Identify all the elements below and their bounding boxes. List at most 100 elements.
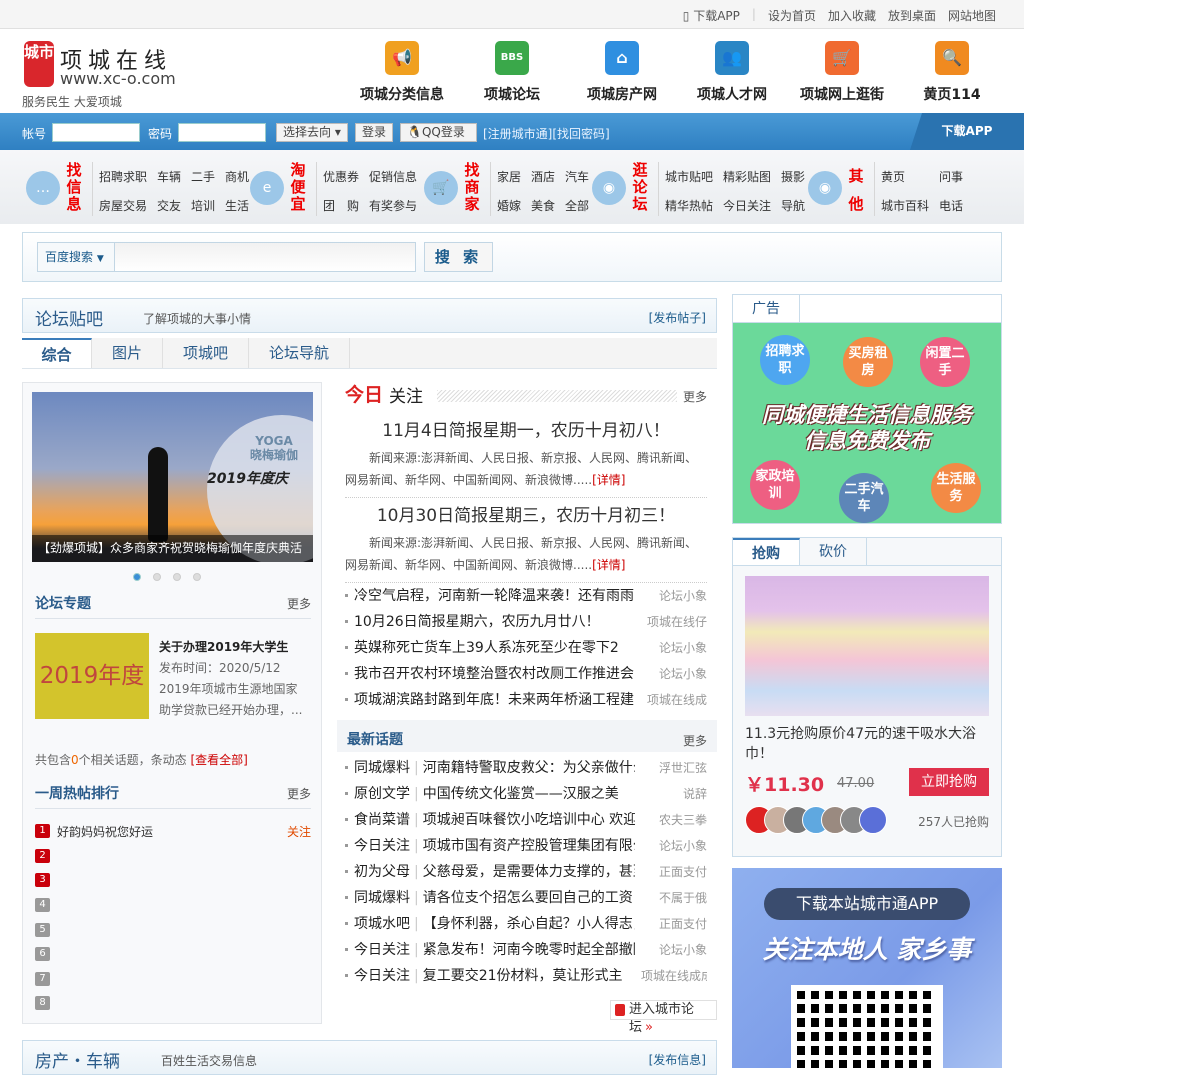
category-link[interactable]: 优惠券 bbox=[323, 168, 359, 185]
list-item[interactable]: 同城爆料 | 请各位支个招怎么要回自己的工资 不属于俄 bbox=[345, 884, 707, 910]
tab-forum-nav[interactable]: 论坛导航 bbox=[249, 338, 351, 368]
category-link[interactable]: 二手 bbox=[191, 168, 215, 185]
category-link[interactable]: 促销信息 bbox=[369, 168, 417, 185]
rank-row[interactable]: 5 bbox=[35, 917, 311, 942]
nav-forum[interactable]: BBS 项城论坛 bbox=[457, 41, 567, 104]
list-item[interactable]: 初为父母 | 父慈母爱，是需要体力支撑的，甚至 正面支付 bbox=[345, 858, 707, 884]
list-item[interactable]: 今日关注 | 项城市国有资产控股管理集团有限公 论坛小象 bbox=[345, 832, 707, 858]
slide-dot[interactable] bbox=[153, 573, 161, 581]
product-name[interactable]: 11.3元抢购原价47元的速干吸水大浴巾！ bbox=[745, 724, 989, 764]
post-info-link[interactable]: [发布信息] bbox=[649, 1051, 706, 1068]
rank-row[interactable]: 1 好韵妈妈祝您好运 关注 bbox=[35, 819, 311, 844]
category-link[interactable]: 黄页 bbox=[881, 168, 929, 185]
category-link[interactable]: 美食 bbox=[531, 197, 555, 214]
latest-more-link[interactable]: 更多 bbox=[683, 732, 707, 749]
rank-row[interactable]: 6 bbox=[35, 942, 311, 967]
logo-icon[interactable]: 城市 bbox=[24, 41, 54, 87]
detail-link[interactable]: [详情] bbox=[592, 558, 625, 572]
category-link[interactable]: 今日关注 bbox=[723, 197, 771, 214]
set-homepage-link[interactable]: 设为首页 bbox=[768, 7, 816, 24]
category-link[interactable]: 摄影 bbox=[781, 168, 805, 185]
list-item[interactable]: 英媒称死亡货车上39人系冻死至少在零下2 论坛小象 bbox=[345, 634, 707, 660]
list-item[interactable]: 10月26日简报星期六，农历九月廿八！ 项城在线仔 bbox=[345, 608, 707, 634]
list-item[interactable]: 冷空气启程，河南新一轮降温来袭！还有雨雨 论坛小象 bbox=[345, 582, 707, 608]
topic-title[interactable]: 关于办理2019年大学生 bbox=[159, 637, 309, 658]
tab-bargain[interactable]: 砍价 bbox=[800, 538, 867, 565]
detail-link[interactable]: [详情] bbox=[592, 473, 625, 487]
rank-title[interactable]: 好韵妈妈祝您好运 bbox=[57, 823, 153, 840]
brief-title[interactable]: 11月4日简报星期一，农历十月初八！ bbox=[345, 416, 707, 441]
search-button[interactable]: 搜 索 bbox=[424, 242, 493, 272]
category-link[interactable]: 交友 bbox=[157, 197, 181, 214]
follow-link[interactable]: 关注 bbox=[287, 823, 311, 840]
category-link[interactable]: 培训 bbox=[191, 197, 215, 214]
tab-pictures[interactable]: 图片 bbox=[92, 338, 164, 368]
list-item[interactable]: 同城爆料 | 河南籍特警取皮救父：为父亲做什么 浮世汇弦 bbox=[345, 754, 707, 780]
destination-select[interactable]: 选择去向 ▾ bbox=[276, 123, 348, 142]
category-link[interactable]: 城市百科 bbox=[881, 197, 929, 214]
sitemap-link[interactable]: 网站地图 bbox=[948, 7, 996, 24]
category-link[interactable]: 有奖参与 bbox=[369, 197, 417, 214]
buy-now-button[interactable]: 立即抢购 bbox=[909, 768, 989, 796]
list-item[interactable]: 项城水吧 | 【身怀利器，杀心自起？小人得志， 正面支付 bbox=[345, 910, 707, 936]
list-item[interactable]: 今日关注 | 复工要交21份材料，莫让形式主 项城在线成成 bbox=[345, 962, 707, 988]
category-link[interactable]: 精华热帖 bbox=[665, 197, 713, 214]
tab-xiangcheng-bar[interactable]: 项城吧 bbox=[163, 338, 250, 368]
download-app-link[interactable]: ▯ 下载APP bbox=[683, 7, 740, 24]
category-link[interactable]: 电话 bbox=[939, 197, 963, 214]
slideshow-image[interactable]: YOGA 晓梅瑜伽 2019年度庆 【劲爆项城】众多商家齐祝贺晓梅瑜伽年度庆典活 bbox=[32, 392, 313, 562]
category-link[interactable]: 城市贴吧 bbox=[665, 168, 713, 185]
desktop-shortcut-link[interactable]: 放到桌面 bbox=[888, 7, 936, 24]
nav-yellowpages[interactable]: 🔍 黄页114 bbox=[897, 41, 1007, 104]
category-link[interactable]: 酒店 bbox=[531, 168, 555, 185]
add-favorite-link[interactable]: 加入收藏 bbox=[828, 7, 876, 24]
category-link[interactable]: 全部 bbox=[565, 197, 589, 214]
category-link[interactable]: 精彩贴图 bbox=[723, 168, 771, 185]
category-link[interactable]: 汽车 bbox=[565, 168, 589, 185]
nav-shopping[interactable]: 🛒 项城网上逛街 bbox=[787, 41, 897, 104]
today-more-link[interactable]: 更多 bbox=[683, 388, 707, 405]
search-engine-select[interactable]: 百度搜索 ▼ bbox=[37, 242, 115, 272]
category-link[interactable]: 招聘求职 bbox=[99, 168, 147, 185]
category-link[interactable]: 问事 bbox=[939, 168, 963, 185]
category-link[interactable]: 婚嫁 bbox=[497, 197, 521, 214]
account-input[interactable] bbox=[52, 123, 140, 142]
nav-house[interactable]: ⌂ 项城房产网 bbox=[567, 41, 677, 104]
rank-row[interactable]: 7 bbox=[35, 967, 311, 992]
tab-overview[interactable]: 综合 bbox=[22, 338, 92, 368]
ad-banner[interactable]: 招聘求职 买房租房 闲置二手 同城便捷生活信息服务 信息免费发布 家政培训 二手… bbox=[733, 323, 1001, 523]
nav-jobs[interactable]: 👥 项城人才网 bbox=[677, 41, 787, 104]
list-item[interactable]: 原创文学 | 中国传统文化鉴赏——汉服之美 说辞 bbox=[345, 780, 707, 806]
topics-more-link[interactable]: 更多 bbox=[287, 595, 311, 612]
tab-ad[interactable]: 广告 bbox=[733, 295, 800, 322]
category-link[interactable]: 家居 bbox=[497, 168, 521, 185]
hot-more-link[interactable]: 更多 bbox=[287, 785, 311, 802]
slide-dot[interactable] bbox=[173, 573, 181, 581]
list-item[interactable]: 项城湖滨路封路到年底！未来两年桥涵工程建 项城在线成 bbox=[345, 686, 707, 712]
category-link[interactable]: 房屋交易 bbox=[99, 197, 147, 214]
slide-dot[interactable] bbox=[193, 573, 201, 581]
rank-row[interactable]: 8 bbox=[35, 991, 311, 1016]
category-link[interactable]: 生活 bbox=[225, 197, 249, 214]
category-link[interactable]: 导航 bbox=[781, 197, 805, 214]
category-link[interactable]: 商机 bbox=[225, 168, 249, 185]
slide-caption[interactable]: 【劲爆项城】众多商家齐祝贺晓梅瑜伽年度庆典活 bbox=[32, 535, 313, 562]
category-link[interactable]: 团 购 bbox=[323, 197, 359, 214]
password-input[interactable] bbox=[178, 123, 266, 142]
view-all-link[interactable]: [查看全部] bbox=[191, 753, 248, 767]
list-item[interactable]: 我市召开农村环境整治暨农村改厕工作推进会 论坛小象 bbox=[345, 660, 707, 686]
tab-flash-sale[interactable]: 抢购 bbox=[733, 538, 800, 565]
register-link[interactable]: [注册城市通] bbox=[483, 127, 552, 141]
category-link[interactable]: 车辆 bbox=[157, 168, 181, 185]
nav-classified[interactable]: 📢 项城分类信息 bbox=[347, 41, 457, 104]
slide-dot[interactable] bbox=[133, 573, 141, 581]
rank-row[interactable]: 2 bbox=[35, 844, 311, 869]
qq-login-button[interactable]: 🐧QQ登录 bbox=[400, 123, 477, 142]
app-download-banner[interactable]: 下载本站城市通APP 关注本地人 家乡事 bbox=[732, 868, 1002, 1068]
rank-row[interactable]: 4 bbox=[35, 893, 311, 918]
download-app-button[interactable]: 下载APP bbox=[910, 113, 1024, 150]
topic-image[interactable]: 2019年度 bbox=[35, 633, 149, 719]
rank-row[interactable]: 3 bbox=[35, 868, 311, 893]
brief-title[interactable]: 10月30日简报星期三，农历十月初三！ bbox=[345, 501, 707, 526]
list-item[interactable]: 今日关注 | 紧急发布！河南今晚零时起全部撤除 论坛小象 bbox=[345, 936, 707, 962]
